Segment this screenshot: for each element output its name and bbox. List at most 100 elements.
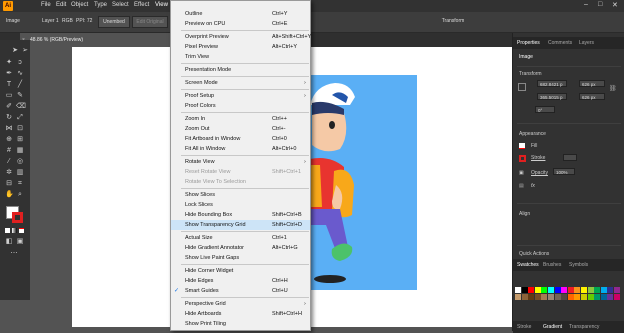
direct-selection-tool-icon[interactable]: ➢ <box>21 47 29 55</box>
menu-item-show-slices[interactable]: Show Slices <box>171 190 310 200</box>
mesh-tool-icon[interactable]: # <box>5 147 13 155</box>
stroke-color-swatch[interactable] <box>12 212 23 223</box>
color-mode-icon[interactable] <box>5 228 10 233</box>
menu-item-rotate-view-to-selection[interactable]: Rotate View To Selection <box>171 177 310 187</box>
color-swatch[interactable] <box>574 294 581 300</box>
width-tool-icon[interactable]: ⋈ <box>5 125 13 133</box>
menu-item-show-print-tiling[interactable]: Show Print Tiling <box>171 319 310 329</box>
minimize-icon[interactable]: – <box>584 1 588 8</box>
color-swatch[interactable] <box>600 294 607 300</box>
menu-item-trim-view[interactable]: Trim View <box>171 52 310 62</box>
scale-tool-icon[interactable]: ⤢ <box>16 114 24 122</box>
color-swatch[interactable] <box>614 294 620 300</box>
color-swatch[interactable] <box>515 287 521 293</box>
menu-item-proof-colors[interactable]: Proof Colors <box>171 101 310 111</box>
color-swatch[interactable] <box>548 287 554 293</box>
none-mode-icon[interactable] <box>19 228 24 233</box>
color-swatch[interactable] <box>581 294 587 300</box>
magic-wand-tool-icon[interactable]: ✦ <box>5 59 13 67</box>
color-swatch[interactable] <box>561 294 568 300</box>
unembed-button[interactable]: Unembed <box>98 16 130 28</box>
screen-mode-icon[interactable]: ▣ <box>16 238 24 246</box>
placed-image[interactable] <box>310 75 417 290</box>
color-swatch[interactable] <box>574 287 581 293</box>
menu-item-lock-slices[interactable]: Lock Slices <box>171 200 310 210</box>
menu-item-hide-corner-widget[interactable]: Hide Corner Widget <box>171 266 310 276</box>
zoom-tool-icon[interactable]: ⌕ <box>16 191 24 199</box>
document-tab[interactable]: × 48.86 % (RGB/Preview) <box>20 33 170 47</box>
color-swatch[interactable] <box>594 287 601 293</box>
opacity-field[interactable]: 100% <box>553 168 575 175</box>
artboard-tool-icon[interactable]: ⊟ <box>5 180 13 188</box>
x-field[interactable]: 682.8421 p <box>537 80 567 87</box>
menu-item-overprint-preview[interactable]: Overprint Preview Alt+Shift+Ctrl+Y <box>171 32 311 42</box>
color-swatch[interactable] <box>541 294 548 300</box>
eyedropper-tool-icon[interactable]: ⁄ <box>5 158 13 166</box>
tab-symbols[interactable]: Symbols <box>569 262 588 268</box>
menu-item-zoom-out[interactable]: Zoom Out Ctrl+- <box>171 124 310 134</box>
color-swatch[interactable] <box>561 287 568 293</box>
link-proportions-icon[interactable]: ⛓ <box>609 86 617 92</box>
menu-edit[interactable]: Edit <box>56 2 66 8</box>
menu-item-hide-edges[interactable]: Hide Edges Ctrl+H <box>171 276 310 286</box>
color-swatch[interactable] <box>567 287 574 293</box>
menu-item-show-live-paint-gaps[interactable]: Show Live Paint Gaps <box>171 253 310 263</box>
menu-item-hide-gradient-annotator[interactable]: Hide Gradient Annotator Alt+Ctrl+G <box>171 243 310 253</box>
tab-stroke[interactable]: Stroke <box>517 324 531 330</box>
reference-point-icon[interactable] <box>518 83 526 91</box>
tab-comments[interactable]: Comments <box>548 40 572 46</box>
menu-item-zoom-in[interactable]: Zoom In Ctrl++ <box>171 114 310 124</box>
rotate-angle-field[interactable]: 0° <box>535 106 555 113</box>
edit-original-button[interactable]: Edit Original <box>132 16 168 28</box>
color-swatch[interactable] <box>587 294 594 300</box>
color-swatch[interactable] <box>567 294 574 300</box>
symbol-sprayer-tool-icon[interactable]: ✲ <box>5 169 13 177</box>
tab-layers[interactable]: Layers <box>579 40 594 46</box>
draw-normal-icon[interactable]: ◧ <box>5 238 13 246</box>
color-swatch[interactable] <box>607 287 614 293</box>
menu-item-fit-all-in-window[interactable]: Fit All in Window Alt+Ctrl+0 <box>171 144 310 154</box>
color-swatch[interactable] <box>548 294 554 300</box>
color-swatch[interactable] <box>614 287 620 293</box>
curvature-tool-icon[interactable]: ∿ <box>16 70 24 78</box>
color-swatch[interactable] <box>607 294 614 300</box>
stroke-weight-field[interactable] <box>563 154 577 161</box>
shape-builder-tool-icon[interactable]: ⊕ <box>5 136 13 144</box>
menu-item-pixel-preview[interactable]: Pixel Preview Alt+Ctrl+Y <box>171 42 310 52</box>
fx-icon[interactable]: fx <box>531 183 535 189</box>
menu-item-proof-setup[interactable]: Proof Setup › <box>171 91 310 101</box>
rectangle-tool-icon[interactable]: ▭ <box>5 92 13 100</box>
close-window-icon[interactable]: ✕ <box>612 1 618 9</box>
more-options-icon[interactable]: ▤ <box>519 183 524 189</box>
color-swatch[interactable] <box>600 287 607 293</box>
menu-item-presentation-mode[interactable]: Presentation Mode <box>171 65 310 75</box>
type-tool-icon[interactable]: T <box>5 81 13 89</box>
selection-tool-icon[interactable]: ➤ <box>11 47 19 55</box>
shaper-tool-icon[interactable]: ✐ <box>5 103 13 111</box>
menu-effect[interactable]: Effect <box>134 2 149 8</box>
color-swatch[interactable] <box>528 294 535 300</box>
menu-item-perspective-grid[interactable]: Perspective Grid › <box>171 299 310 309</box>
color-swatch[interactable] <box>521 287 528 293</box>
menu-file[interactable]: File <box>41 2 51 8</box>
stroke-label[interactable]: Stroke <box>531 155 545 161</box>
menu-item-preview-on-cpu[interactable]: Preview on CPU Ctrl+E <box>171 19 310 29</box>
color-swatch[interactable] <box>554 287 561 293</box>
perspective-grid-tool-icon[interactable]: ⊞ <box>16 136 24 144</box>
tab-transparency[interactable]: Transparency <box>569 324 599 330</box>
pen-tool-icon[interactable]: ✒ <box>5 70 13 78</box>
menu-item-actual-size[interactable]: Actual Size Ctrl+1 <box>171 233 310 243</box>
menu-item-rotate-view[interactable]: Rotate View › <box>171 157 310 167</box>
slice-tool-icon[interactable]: ⌗ <box>16 180 24 188</box>
menu-item-smart-guides[interactable]: ✓ Smart Guides Ctrl+U <box>171 286 310 296</box>
menu-item-hide-artboards[interactable]: Hide Artboards Shift+Ctrl+H <box>171 309 310 319</box>
menu-select[interactable]: Select <box>112 2 129 8</box>
color-swatch[interactable] <box>594 294 601 300</box>
menu-object[interactable]: Object <box>71 2 88 8</box>
menu-item-show-transparency-grid[interactable]: Show Transparency Grid Shift+Ctrl+D <box>171 220 310 230</box>
color-swatch[interactable] <box>541 287 548 293</box>
tab-brushes[interactable]: Brushes <box>543 262 561 268</box>
color-swatch[interactable] <box>554 294 561 300</box>
menu-view[interactable]: View <box>155 2 168 8</box>
y-field[interactable]: 365.5015 p <box>537 93 567 100</box>
